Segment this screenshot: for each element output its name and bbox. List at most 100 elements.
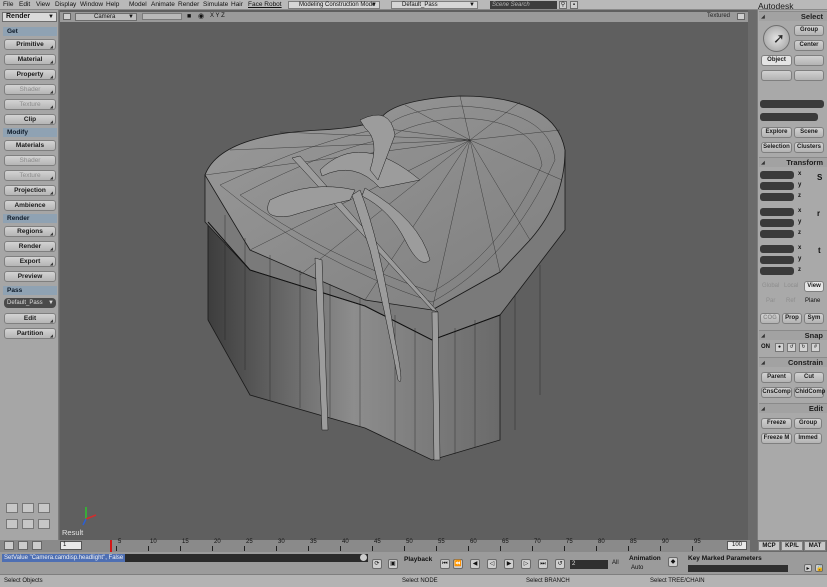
prop-button[interactable]: Prop: [782, 313, 802, 324]
freeze-m-button[interactable]: Freeze M: [761, 433, 792, 444]
scale-x-field[interactable]: [760, 171, 794, 179]
pass-combo[interactable]: Default_Pass ▼: [391, 1, 478, 9]
explore-button[interactable]: Explore: [761, 127, 792, 138]
view-toggle[interactable]: View: [804, 281, 824, 292]
pass-partition-button[interactable]: Partition ◢: [4, 328, 56, 339]
viewport[interactable]: [60, 10, 748, 540]
key-icon[interactable]: ◆: [668, 557, 678, 567]
maximize-icon[interactable]: [737, 13, 745, 20]
render-export-button[interactable]: Export ◢: [4, 256, 56, 267]
search-icon[interactable]: ⚲: [559, 1, 567, 9]
translate-label[interactable]: t: [818, 246, 821, 255]
modify-texture-button[interactable]: Texture ◢: [4, 170, 56, 181]
immed-button[interactable]: Immed: [794, 433, 822, 444]
par-toggle[interactable]: Par: [766, 298, 775, 304]
render-render-button[interactable]: Render ◢: [4, 241, 56, 252]
select-filter-3-button[interactable]: [794, 70, 824, 81]
viewport-tool-strip[interactable]: [142, 13, 182, 20]
collapse-triangle-icon[interactable]: ◢: [761, 331, 765, 341]
timeline[interactable]: 1 5 10 15 20 25 30 35 40 45 50 55 60 65 70 75 80 85 90 95 …: [0, 539, 750, 552]
select-arrow-icon[interactable]: ➚: [763, 25, 790, 52]
menu-animate[interactable]: Animate: [151, 1, 175, 8]
loop-icon[interactable]: ↺: [555, 559, 565, 569]
rotate-x-field[interactable]: [760, 208, 794, 216]
snap-on-toggle[interactable]: ON: [761, 344, 770, 350]
step-back-icon[interactable]: ◀: [470, 559, 480, 569]
freeze-button[interactable]: Freeze: [761, 418, 792, 429]
layout-combo[interactable]: Modeling Construction Mode ▼: [288, 1, 380, 9]
display-mode-label[interactable]: Textured: [707, 13, 730, 19]
scene-search-input[interactable]: Scene Search: [490, 1, 557, 9]
lock-icon[interactable]: 🔒: [815, 564, 823, 572]
menu-edit[interactable]: Edit: [19, 1, 30, 8]
local-toggle[interactable]: Local: [784, 283, 798, 289]
get-primitive-button[interactable]: Primitive ◢: [4, 39, 56, 50]
select-filter-2-button[interactable]: [761, 70, 792, 81]
first-frame-icon[interactable]: ⏮: [440, 559, 450, 569]
layout-side-icon[interactable]: [22, 519, 34, 529]
ref-toggle[interactable]: Ref: [786, 298, 795, 304]
collapse-triangle-icon[interactable]: ◢: [761, 158, 765, 168]
translate-x-field[interactable]: [760, 245, 794, 253]
prev-key-icon[interactable]: ⏪: [453, 559, 463, 569]
viewport-menu-icon[interactable]: [63, 13, 71, 20]
menu-view[interactable]: View: [36, 1, 50, 8]
snap-grid-icon[interactable]: #: [811, 343, 820, 352]
menu-file[interactable]: File: [3, 1, 13, 8]
collapse-triangle-icon[interactable]: ◢: [761, 404, 765, 414]
layout-split-icon[interactable]: [22, 503, 34, 513]
key-icon[interactable]: [4, 541, 14, 550]
tab-kpl[interactable]: KP/L: [781, 541, 803, 551]
menu-face-robot[interactable]: Face Robot: [248, 1, 282, 8]
next-key-icon[interactable]: ⏭: [538, 559, 548, 569]
arrow-right-icon[interactable]: ▸: [804, 564, 812, 572]
get-property-button[interactable]: Property ◢: [4, 69, 56, 80]
step-forward-icon[interactable]: ▷: [521, 559, 531, 569]
camera-select[interactable]: Camera ▼: [75, 13, 137, 21]
cnscomp-button[interactable]: CnsComp: [761, 387, 792, 398]
pass-edit-button[interactable]: Edit ◢: [4, 313, 56, 324]
layout-four-icon[interactable]: [38, 519, 50, 529]
script-icon[interactable]: ⟳: [372, 559, 382, 569]
collapse-triangle-icon[interactable]: ◢: [761, 358, 765, 368]
layout-quad-icon[interactable]: [38, 503, 50, 513]
key-marked-label[interactable]: Key Marked Parameters: [688, 555, 762, 562]
translate-z-field[interactable]: [760, 267, 794, 275]
global-toggle[interactable]: Global: [762, 283, 779, 289]
render-preview-button[interactable]: Preview: [4, 271, 56, 282]
parent-button[interactable]: Parent: [761, 372, 792, 383]
menu-hair[interactable]: Hair: [231, 1, 243, 8]
select-object-button[interactable]: Object: [761, 55, 792, 66]
snap-curve-icon[interactable]: ↺: [787, 343, 796, 352]
collapse-triangle-icon[interactable]: ◢: [761, 12, 765, 22]
rotate-z-field[interactable]: [760, 230, 794, 238]
modify-ambience-button[interactable]: Ambience: [4, 200, 56, 211]
camera-icon[interactable]: ■: [187, 13, 191, 20]
auto-key-toggle[interactable]: Auto: [631, 565, 643, 571]
get-material-button[interactable]: Material ◢: [4, 54, 56, 65]
select-filter-button[interactable]: [794, 55, 824, 66]
snap-surface-icon[interactable]: ↻: [799, 343, 808, 352]
menu-help[interactable]: Help: [106, 1, 119, 8]
pass-select[interactable]: Default_Pass ▼: [4, 298, 56, 308]
select-center-button[interactable]: Center: [794, 40, 824, 51]
layout-single-icon[interactable]: [6, 503, 18, 513]
brush-icon[interactable]: [18, 541, 28, 550]
select-group-button[interactable]: Group: [794, 25, 824, 36]
menu-model[interactable]: Model: [129, 1, 147, 8]
marked-params-field[interactable]: [688, 565, 788, 572]
gear-icon[interactable]: [32, 541, 42, 550]
selection-field[interactable]: [760, 100, 824, 108]
scale-z-field[interactable]: [760, 193, 794, 201]
timeline-end-field[interactable]: 100: [727, 541, 747, 550]
edit-group-button[interactable]: Group: [794, 418, 822, 429]
snap-point-icon[interactable]: ●: [775, 343, 784, 352]
selection-button[interactable]: Selection: [761, 142, 792, 153]
tab-mcp[interactable]: MCP: [758, 541, 780, 551]
tab-mat[interactable]: MAT: [804, 541, 826, 551]
current-frame-field[interactable]: 2: [570, 560, 608, 569]
menu-simulate[interactable]: Simulate: [203, 1, 228, 8]
scale-y-field[interactable]: [760, 182, 794, 190]
search-options-icon[interactable]: ▪: [570, 1, 578, 9]
timeline-ruler[interactable]: 5 10 15 20 25 30 35 40 45 50 55 60 65 70 75 80 85 90 95: [84, 539, 724, 552]
